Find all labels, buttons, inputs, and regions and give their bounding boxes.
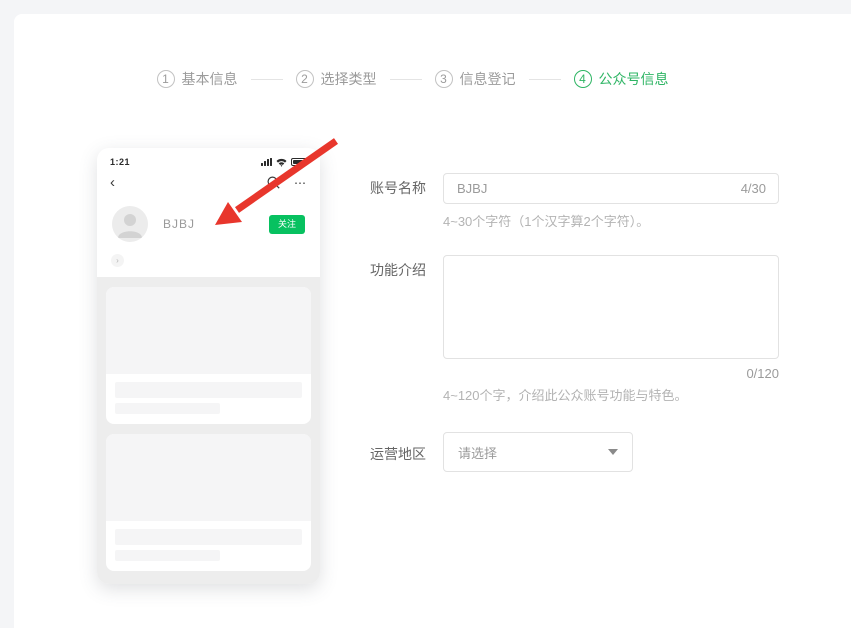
wifi-icon	[276, 158, 287, 167]
step-connector	[529, 79, 561, 80]
phone-status-bar: 1:21	[97, 148, 320, 167]
account-name-helper: 4~30个字符（1个汉字算2个字符）。	[443, 211, 649, 230]
intro-counter: 0/120	[643, 366, 779, 381]
step-label: 公众号信息	[599, 69, 669, 89]
intro-helper: 4~120个字，介绍此公众账号功能与特色。	[443, 385, 688, 404]
battery-icon	[291, 158, 307, 166]
article-title-placeholder	[115, 529, 302, 545]
expand-row: ›	[97, 248, 320, 277]
step-select-type: 2 选择类型	[296, 69, 377, 89]
avatar	[112, 206, 148, 242]
status-time: 1:21	[110, 157, 130, 167]
follow-button: 关注	[269, 215, 305, 234]
more-icon: ⋯	[294, 177, 307, 189]
step-basic-info: 1 基本信息	[157, 69, 238, 89]
article-subtitle-placeholder	[115, 550, 220, 561]
feed-article-card	[106, 434, 311, 571]
step-info-registration: 3 信息登记	[435, 69, 516, 89]
phone-feed	[97, 277, 320, 584]
preview-account-name: BJBJ	[163, 217, 195, 231]
account-name-label: 账号名称	[370, 178, 426, 198]
article-image-placeholder	[106, 434, 311, 521]
step-connector	[251, 79, 283, 80]
region-placeholder: 请选择	[458, 443, 497, 462]
signal-icon	[261, 158, 272, 166]
article-title-placeholder	[115, 382, 302, 398]
step-number: 1	[157, 70, 175, 88]
step-label: 信息登记	[460, 69, 516, 89]
step-label: 基本信息	[182, 69, 238, 89]
step-account-info-active: 4 公众号信息	[574, 69, 669, 89]
content-card: 1 基本信息 2 选择类型 3 信息登记 4 公众号信息 1:21	[14, 14, 851, 628]
dropdown-caret-icon	[608, 449, 618, 455]
step-label: 选择类型	[321, 69, 377, 89]
registration-page: 1 基本信息 2 选择类型 3 信息登记 4 公众号信息 1:21	[0, 0, 851, 628]
person-silhouette-icon	[112, 206, 148, 242]
step-connector	[390, 79, 422, 80]
region-label: 运营地区	[370, 444, 426, 464]
search-icon	[267, 176, 280, 189]
intro-label: 功能介绍	[370, 260, 426, 280]
chevron-right-icon: ›	[111, 254, 124, 267]
step-number: 2	[296, 70, 314, 88]
article-subtitle-placeholder	[115, 403, 220, 414]
phone-preview: 1:21 ‹ ⋯	[97, 148, 320, 584]
wizard-stepper: 1 基本信息 2 选择类型 3 信息登记 4 公众号信息	[14, 69, 811, 89]
back-icon: ‹	[110, 175, 115, 190]
region-select[interactable]: 请选择	[443, 432, 633, 472]
intro-textarea[interactable]	[443, 255, 779, 359]
profile-row: BJBJ 关注	[97, 194, 320, 248]
phone-nav-bar: ‹ ⋯	[97, 167, 320, 194]
step-number: 4	[574, 70, 592, 88]
account-name-counter: 4/30	[727, 181, 779, 196]
feed-article-card	[106, 287, 311, 424]
step-number: 3	[435, 70, 453, 88]
article-image-placeholder	[106, 287, 311, 374]
status-icons	[261, 158, 307, 167]
